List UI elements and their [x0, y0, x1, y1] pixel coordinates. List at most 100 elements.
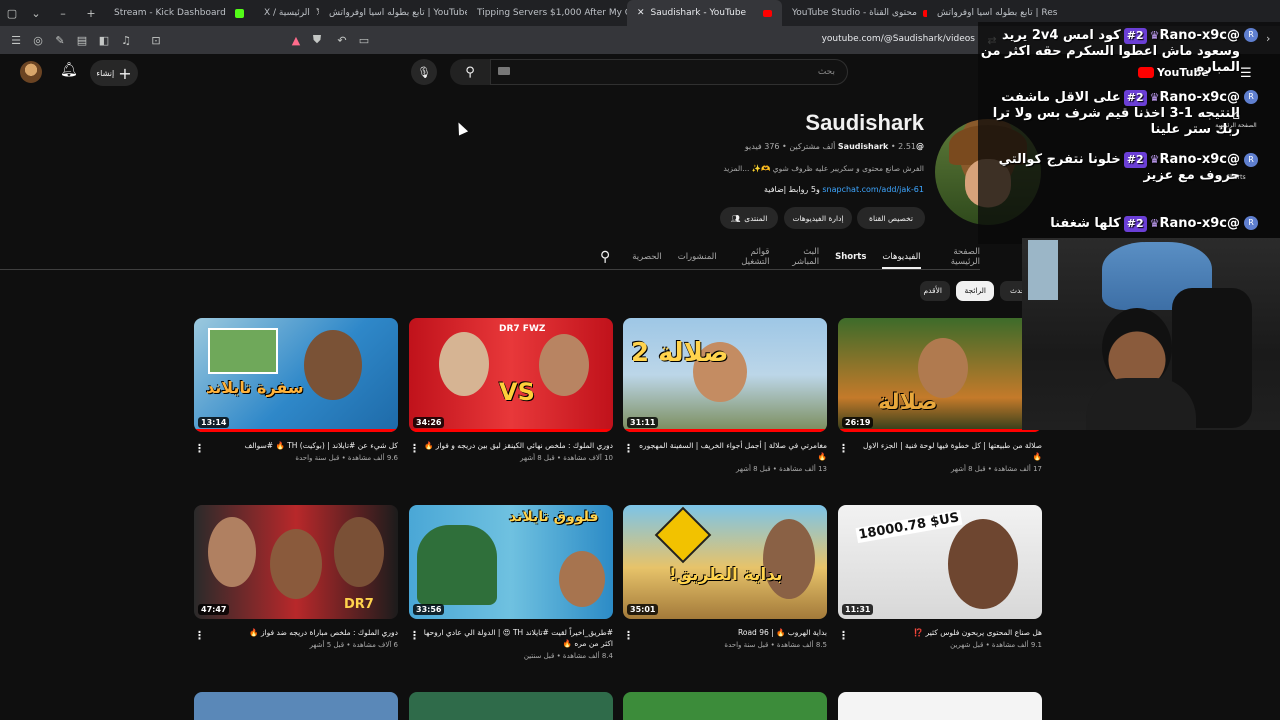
- video-title[interactable]: صلالة من طبيعتها | كل خطوة فيها لوحة فني…: [838, 440, 1042, 462]
- video-title[interactable]: دوري الملوك : ملخص نهائي الكينقز ليق بين…: [409, 440, 613, 451]
- video-thumbnail[interactable]: VS DR7 FWZ 34:26: [409, 318, 613, 432]
- chip-popular[interactable]: الرائجة: [956, 281, 994, 301]
- close-tab-icon[interactable]: ✕: [637, 8, 645, 18]
- search-placeholder: بحث: [817, 67, 835, 77]
- tab-posts[interactable]: المنشورات: [678, 252, 717, 262]
- video-title[interactable]: دوري الملوك : ملخص مباراة دريجه ضد فواز …: [194, 627, 398, 638]
- video-thumbnail-partial[interactable]: [194, 692, 398, 720]
- tab-x-home[interactable]: X / الرئيسية𝕏: [254, 0, 319, 26]
- tab-saudishark-youtube[interactable]: ✕ Saudishark - YouTube: [627, 0, 782, 26]
- minimize-icon[interactable]: –: [50, 3, 76, 23]
- video-thumbnail-partial[interactable]: [623, 692, 827, 720]
- tab-shorts[interactable]: Shorts: [835, 252, 866, 262]
- create-label: إنشاء: [96, 68, 115, 78]
- video-card[interactable]: صلالة 26:19 صلالة من طبيعتها | كل خطوة ف…: [838, 318, 1042, 473]
- video-card[interactable]: سفرة تايلاند 13:14 كل شيء عن #تايلاند | …: [194, 318, 398, 462]
- brave-shield-icon[interactable]: ⛊: [307, 30, 327, 50]
- tab-exclusive[interactable]: الحصرية: [632, 252, 661, 262]
- notifications-icon[interactable]: 🔔︎: [60, 62, 78, 78]
- video-card[interactable]: DR7 47:47 دوري الملوك : ملخص مباراة دريج…: [194, 505, 398, 649]
- community-button[interactable]: 👥︎ المنتدى: [720, 207, 778, 229]
- guide-home[interactable]: ⌂ الصفحة الرئيسية: [1214, 108, 1258, 129]
- channel-description[interactable]: الفرش صانع محتوى و سكريبر عليه ظروف شوي …: [723, 164, 924, 173]
- video-menu-icon[interactable]: ⋮: [623, 442, 634, 455]
- video-thumbnail[interactable]: صلالة 26:19: [838, 318, 1042, 432]
- tab-videos[interactable]: الفيديوهات: [882, 252, 921, 269]
- voice-search-icon[interactable]: 🎙︎: [411, 59, 437, 85]
- sidebar-icon[interactable]: ◧: [94, 30, 114, 50]
- tab-youtube-studio[interactable]: YouTube Studio - محتوى القناة: [782, 0, 927, 26]
- channel-search-icon[interactable]: ⚲: [600, 249, 610, 265]
- manage-videos-button[interactable]: إدارة الفيديوهات: [784, 207, 852, 229]
- video-menu-icon[interactable]: ⋮: [409, 629, 420, 642]
- account-avatar[interactable]: [20, 61, 42, 83]
- back-icon[interactable]: ↶: [332, 30, 352, 50]
- search-button[interactable]: ⚲: [450, 59, 490, 85]
- menu-icon[interactable]: ☰: [6, 30, 26, 50]
- customize-channel-button[interactable]: تخصيص القناة: [857, 207, 925, 229]
- video-card[interactable]: VS DR7 FWZ 34:26 دوري الملوك : ملخص نهائ…: [409, 318, 613, 462]
- video-title[interactable]: بداية الهروب 🔥 | Road 96: [623, 627, 827, 638]
- guide-shorts[interactable]: Shorts: [1214, 162, 1258, 181]
- video-menu-icon[interactable]: ⋮: [838, 442, 849, 455]
- video-title[interactable]: هل صناع المحتوى يربحون فلوس كثير ⁉️: [838, 627, 1042, 638]
- video-thumbnail[interactable]: صلالة 2 31:11: [623, 318, 827, 432]
- thumb-person: [304, 330, 362, 400]
- video-menu-icon[interactable]: ⋮: [838, 629, 849, 642]
- screenshot-icon[interactable]: ⊡: [146, 30, 166, 50]
- rank-badge: #2: [1123, 90, 1147, 106]
- reader-icon[interactable]: ▭: [354, 30, 374, 50]
- thumb-text: VS: [499, 378, 535, 406]
- video-thumbnail[interactable]: 18000.78 $US 11:31: [838, 505, 1042, 619]
- video-card[interactable]: فلووق تايلاند 33:56 #طريق_اخيراً لقيت #ت…: [409, 505, 613, 660]
- address-bar[interactable]: youtube.com/@Saudishark/videos: [822, 34, 975, 44]
- search-input[interactable]: بحث: [490, 59, 848, 85]
- shield-icon[interactable]: ◎: [28, 30, 48, 50]
- video-title[interactable]: كل شيء عن #تايلاند | (بوكيت) TH 🔥 #سوالف: [194, 440, 398, 451]
- chat-message: @Rano-x9c♛#2على الاقل ماشفت النتيجه 1-3 …: [978, 90, 1240, 138]
- tab-kick-dashboard[interactable]: Stream - Kick Dashboard: [104, 0, 254, 26]
- video-duration: 13:14: [198, 417, 230, 428]
- video-card[interactable]: بداية الطريق! 35:01 بداية الهروب 🔥 | Roa…: [623, 505, 827, 649]
- window-menu-icon[interactable]: ▢: [2, 3, 22, 23]
- channel-more-links[interactable]: و5 روابط إضافية: [764, 185, 820, 194]
- video-thumbnail-partial[interactable]: [409, 692, 613, 720]
- music-icon[interactable]: ♫: [116, 30, 136, 50]
- video-menu-icon[interactable]: ⋮: [194, 442, 205, 455]
- pin-icon[interactable]: ✎: [50, 30, 70, 50]
- tab-search-icon[interactable]: ⌄: [24, 3, 48, 23]
- thumb-text: صلالة: [878, 390, 938, 415]
- video-card[interactable]: 18000.78 $US 11:31 هل صناع المحتوى يربحو…: [838, 505, 1042, 649]
- tab-tipping-servers[interactable]: Tipping Servers $1,000 After My Car: [467, 0, 627, 26]
- video-thumbnail[interactable]: سفرة تايلاند 13:14: [194, 318, 398, 432]
- video-thumbnail[interactable]: فلووق تايلاند 33:56: [409, 505, 613, 619]
- chip-oldest[interactable]: الأقدم: [920, 281, 950, 301]
- keyboard-icon[interactable]: [498, 67, 510, 75]
- guide-menu-icon[interactable]: ☰: [1240, 66, 1252, 81]
- tab-youtube-overwatch[interactable]: تابع بطوله اسيا اوفرواتش | YouTube: [319, 0, 467, 26]
- video-thumbnail[interactable]: DR7 47:47: [194, 505, 398, 619]
- channel-link[interactable]: snapchat.com/add/jak-61: [822, 185, 924, 194]
- create-button[interactable]: إنشاء +: [90, 60, 138, 86]
- video-menu-icon[interactable]: ⋮: [194, 629, 205, 642]
- video-thumbnail-partial[interactable]: [838, 692, 1042, 720]
- video-card[interactable]: صلالة 2 31:11 مغامرتي في صلالة | أجمل أج…: [623, 318, 827, 473]
- video-duration: 35:01: [627, 604, 659, 615]
- rank-badge: #2: [1123, 152, 1147, 168]
- video-menu-icon[interactable]: ⋮: [623, 629, 634, 642]
- browser-side-chevron-icon[interactable]: ›: [1266, 32, 1270, 45]
- video-menu-icon[interactable]: ⋮: [409, 442, 420, 455]
- community-icon: 👥︎: [730, 213, 741, 223]
- tab-home[interactable]: الصفحة الرئيسية: [937, 247, 980, 267]
- tab-live[interactable]: البث المباشر: [785, 247, 819, 267]
- new-tab-icon[interactable]: +: [78, 3, 104, 23]
- tab-label: Tipping Servers $1,000 After My Car: [477, 8, 627, 18]
- channel-tabs: الصفحة الرئيسية الفيديوهات Shorts البث ا…: [600, 244, 980, 270]
- warning-icon[interactable]: ▲: [286, 30, 306, 50]
- tabs-icon[interactable]: ▤: [72, 30, 92, 50]
- video-title[interactable]: مغامرتي في صلالة | أجمل أجواء الخريف | ا…: [623, 440, 827, 462]
- video-title[interactable]: #طريق_اخيراً لقيت #تايلاند TH 😍 | الدولة…: [409, 627, 613, 649]
- video-thumbnail[interactable]: بداية الطريق! 35:01: [623, 505, 827, 619]
- tab-playlists[interactable]: قوائم التشغيل: [733, 247, 769, 267]
- channel-meta: @Saudishark • 2.51 ألف مشتركين • 376 فيد…: [745, 142, 924, 151]
